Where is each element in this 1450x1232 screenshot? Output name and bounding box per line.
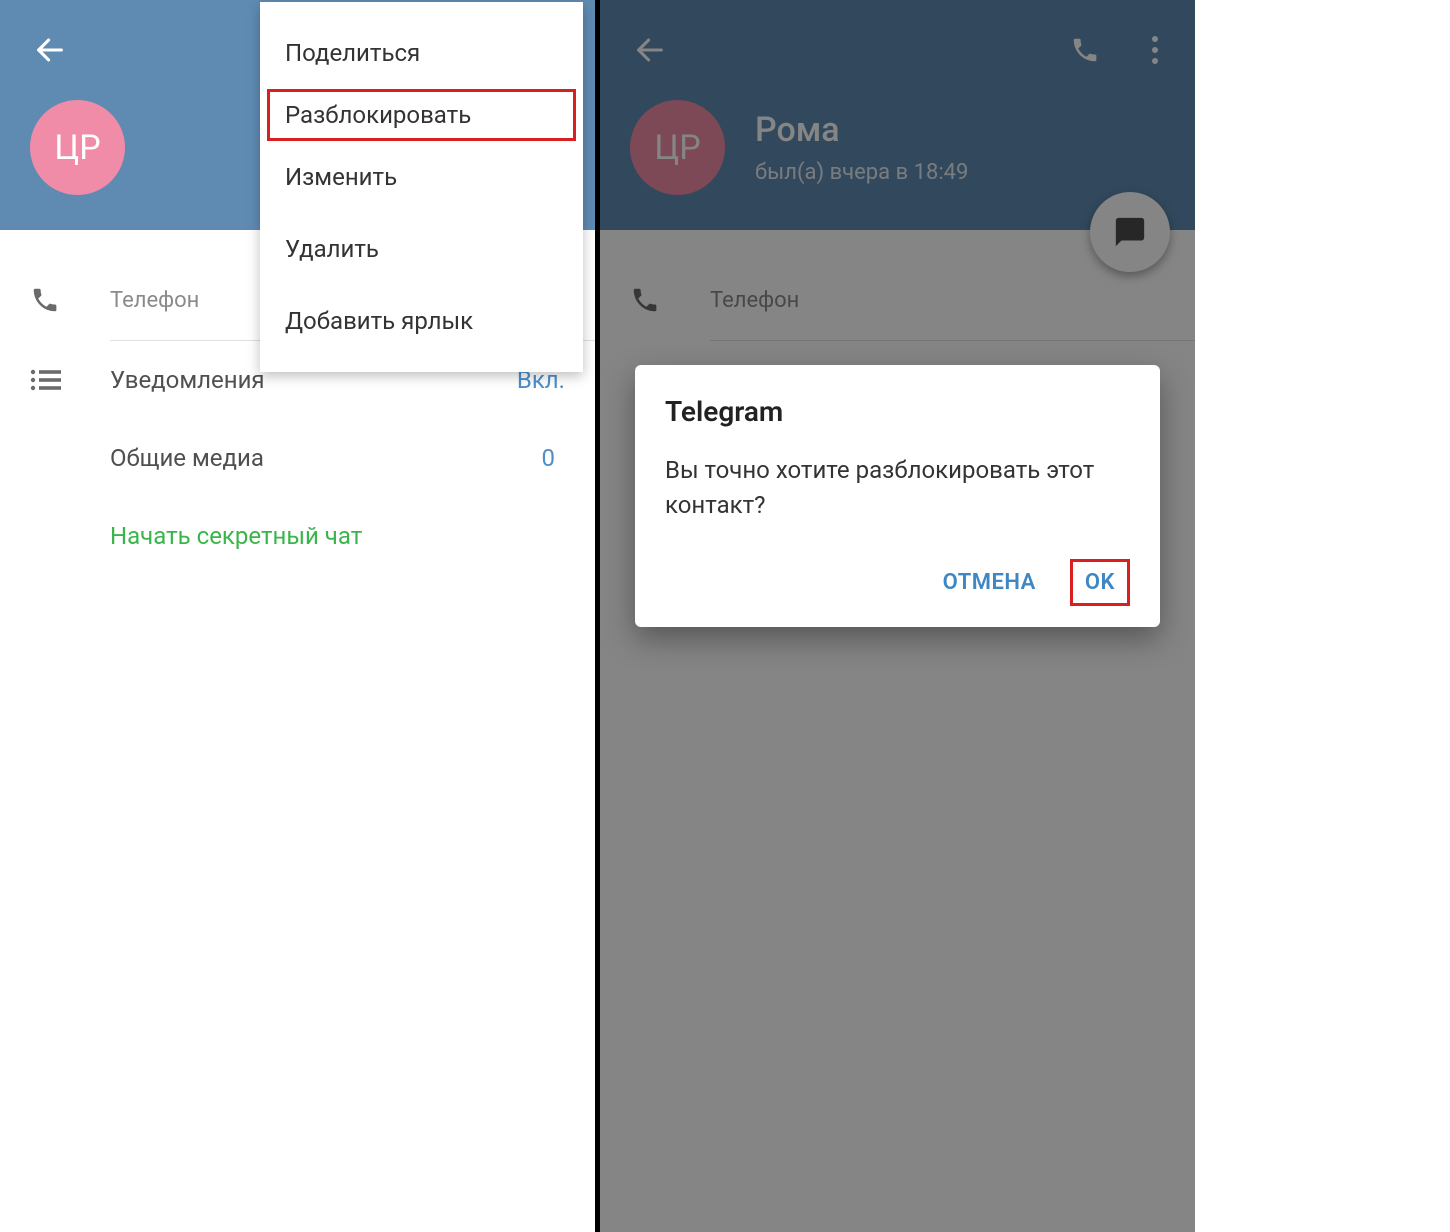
dialog-actions: ОТМЕНА OK — [665, 558, 1130, 617]
secret-chat-label: Начать секретный чат — [110, 522, 362, 550]
menu-item-delete[interactable]: Удалить — [260, 213, 583, 285]
confirm-dialog: Telegram Вы точно хотите разблокировать … — [635, 365, 1160, 627]
profile-screen-with-menu: ЦР Телефон Уведомления Вкл. Общие медиа … — [0, 0, 595, 1232]
back-button[interactable] — [30, 30, 70, 70]
dialog-title: Telegram — [665, 395, 1130, 428]
menu-item-add-shortcut[interactable]: Добавить ярлык — [260, 285, 583, 357]
list-icon — [30, 368, 80, 392]
avatar[interactable]: ЦР — [30, 100, 125, 195]
start-secret-chat[interactable]: Начать секретный чат — [0, 497, 595, 575]
avatar-initials: ЦР — [54, 128, 100, 168]
menu-item-edit[interactable]: Изменить — [260, 141, 583, 213]
profile-screen-with-dialog: ЦР Рома был(а) вчера в 18:49 Телефон Tel… — [600, 0, 1195, 1232]
highlight-unblock: Разблокировать — [267, 89, 576, 141]
shared-media-label: Общие медиа — [110, 444, 542, 472]
shared-media-value: 0 — [542, 444, 556, 472]
blank-area — [1195, 0, 1450, 1232]
dialog-message: Вы точно хотите разблокировать этот конт… — [665, 453, 1130, 523]
menu-item-share[interactable]: Поделиться — [260, 17, 583, 89]
menu-item-unblock[interactable]: Разблокировать — [285, 101, 558, 129]
highlight-ok: OK — [1070, 559, 1130, 606]
ok-button[interactable]: OK — [1085, 570, 1115, 595]
shared-media-row[interactable]: Общие медиа 0 — [0, 419, 595, 497]
phone-icon — [30, 285, 80, 315]
arrow-left-icon — [33, 33, 67, 67]
overflow-menu: Поделиться Разблокировать Изменить Удали… — [260, 2, 583, 372]
cancel-button[interactable]: ОТМЕНА — [933, 558, 1046, 607]
